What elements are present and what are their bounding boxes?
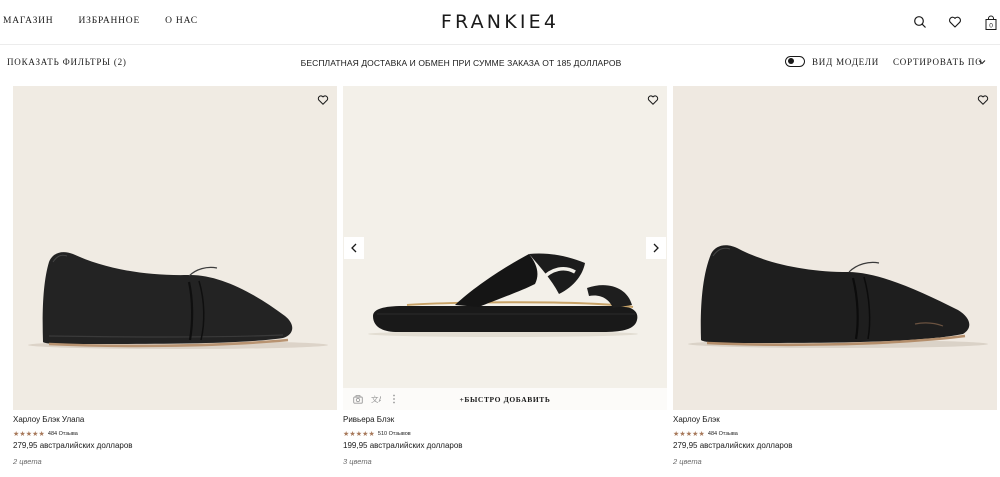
rating-stars: ★★★★★ [673,430,705,438]
chevron-down-icon [978,60,986,65]
chevron-left-icon [351,243,357,253]
product-info: Харлоу Блэк ★★★★★ 484 Отзыва 279,95 авст… [673,410,997,466]
quick-add-bar: 文A +БЫСТРО ДОБАВИТЬ [343,388,667,410]
product-price: 279,95 австралийских долларов [673,441,793,450]
cart-count: 0 [989,23,993,30]
product-image[interactable]: 文A +БЫСТРО ДОБАВИТЬ [343,86,667,410]
product-info: Ривьера Блэк ★★★★★ 510 Отзывов 199,95 ав… [343,410,667,466]
product-image[interactable] [673,86,997,410]
chevron-right-icon [653,243,659,253]
product-price: 279,95 австралийских долларов [13,441,133,450]
loafer-image [688,245,988,348]
sort-dropdown[interactable]: СОРТИРОВАТЬ ПО [893,57,986,67]
product-name[interactable]: Ривьера Блэк [343,415,667,426]
sandal-image [368,253,638,337]
brand-logo[interactable]: FRANKIE4 [0,11,1000,33]
review-count: 510 Отзывов [377,430,411,437]
bag-icon[interactable]: 0 [984,15,1000,31]
model-view-toggle[interactable] [785,56,805,67]
search-icon[interactable] [913,15,929,31]
carousel-next-button[interactable] [646,237,666,259]
rating-stars: ★★★★★ [13,430,45,438]
loafer-image [28,252,328,349]
listing-toolbar: ПОКАЗАТЬ ФИЛЬТРЫ (2) БЕСПЛАТНАЯ ДОСТАВКА… [0,45,1000,80]
product-card[interactable]: Харлоу Блэк ★★★★★ 484 Отзыва 279,95 авст… [673,86,997,466]
product-image[interactable] [13,86,337,410]
promo-banner-text: БЕСПЛАТНАЯ ДОСТАВКА И ОБМЕН ПРИ СУММЕ ЗА… [300,58,622,68]
product-info: Харлоу Блэк Улапа ★★★★★ 484 Отзыва 279,9… [13,410,337,466]
product-card[interactable]: 文A +БЫСТРО ДОБАВИТЬ Ривьера Блэк ★★★★★ 5… [343,86,667,466]
product-rating[interactable]: ★★★★★ 484 Отзыва [673,429,997,438]
color-count: 2 цвета [13,457,42,466]
heart-icon[interactable] [948,15,964,31]
toggle-knob [787,58,794,65]
rating-stars: ★★★★★ [343,430,375,438]
product-card[interactable]: Харлоу Блэк Улапа ★★★★★ 484 Отзыва 279,9… [13,86,337,466]
model-view-label: ВИД МОДЕЛИ [812,57,880,67]
wishlist-heart-icon[interactable] [977,93,989,111]
quick-add-button[interactable]: +БЫСТРО ДОБАВИТЬ [343,395,667,404]
review-count: 484 Отзыва [47,430,78,437]
product-name[interactable]: Харлоу Блэк [673,415,997,426]
wishlist-heart-icon[interactable] [317,93,329,111]
site-header: МАГАЗИН ИЗБРАННОЕ О НАС FRANKIE4 0 [0,0,1000,45]
sort-label: СОРТИРОВАТЬ ПО [893,57,983,67]
product-rating[interactable]: ★★★★★ 484 Отзыва [13,429,337,438]
carousel-prev-button[interactable] [344,237,364,259]
color-count: 2 цвета [673,457,702,466]
wishlist-heart-icon[interactable] [647,93,659,111]
review-count: 484 Отзыва [707,430,738,437]
product-name[interactable]: Харлоу Блэк Улапа [13,415,337,426]
product-rating[interactable]: ★★★★★ 510 Отзывов [343,429,667,438]
product-price: 199,95 австралийских долларов [343,441,463,450]
color-count: 3 цвета [343,457,372,466]
